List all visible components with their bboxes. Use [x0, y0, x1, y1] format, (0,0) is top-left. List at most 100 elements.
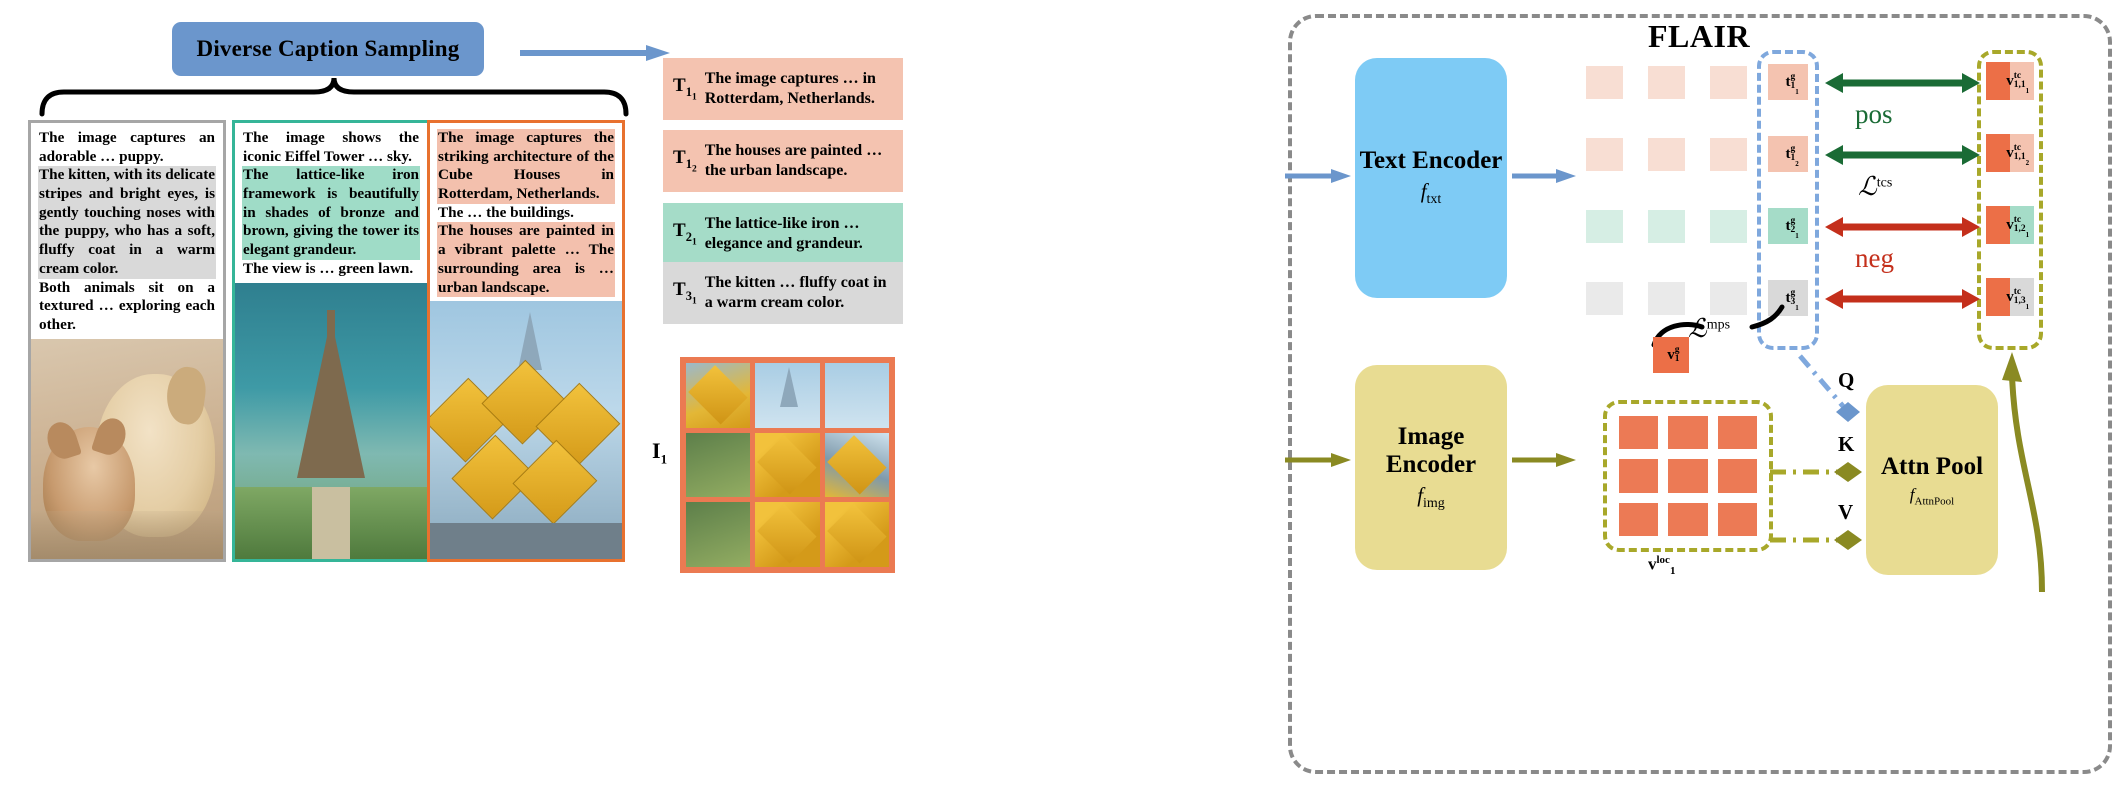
image-encoder-block: Image Encoder fimg: [1355, 365, 1507, 570]
olive-arrow-out-of-image-encoder-icon: [1512, 453, 1576, 467]
sampled-text-tag: T11: [673, 75, 697, 103]
token-cell: [1710, 138, 1747, 171]
sampled-text-row: T12 The houses are painted … the urban l…: [663, 130, 903, 192]
local-feature-cell: [1717, 502, 1757, 536]
eiffel-tower-photo: [235, 282, 427, 559]
pos-double-arrow-icon: [1825, 145, 1980, 165]
token-label: v tc 1,1 1: [2006, 70, 2030, 95]
image-encoder-function: fimg: [1417, 483, 1445, 512]
banner-title: Diverse Caption Sampling: [196, 36, 460, 61]
key-label: K: [1838, 432, 1855, 456]
image-encoder-label: Image Encoder: [1385, 422, 1477, 478]
key-connector: [1770, 462, 1862, 482]
cube-houses-photo: [430, 301, 622, 559]
attention-pool-block: Attn Pool fAttnPool: [1866, 385, 1998, 575]
image-patch: [824, 363, 889, 428]
grouping-brace: [39, 77, 629, 117]
caption-segment-highlighted: The kitten, with its delicate stripes an…: [38, 166, 216, 279]
local-feature-label: vloc1: [1648, 554, 1676, 578]
local-feature-cell: [1668, 502, 1708, 536]
pos-double-arrow-icon: [1825, 73, 1980, 93]
token-cell: [1710, 66, 1747, 99]
sampled-text-row: T31 The kitten … fluffy coat in a warm c…: [663, 262, 903, 324]
mps-loss-label: ℒmps: [1688, 314, 1731, 343]
token-cell: [1648, 66, 1685, 99]
local-feature-cell: [1668, 416, 1708, 450]
text-token-t12: tg12: [1768, 136, 1808, 172]
attn-pool-output-arrow: [2002, 352, 2045, 593]
attn-pool-function: fAttnPool: [1910, 485, 1954, 507]
token-cell: [1586, 138, 1623, 171]
query-label: Q: [1838, 368, 1855, 392]
caption-segment-highlighted: The houses are painted in a vibrant pale…: [437, 222, 615, 298]
local-visual-feature-grid: [1603, 400, 1773, 552]
input-image-symbol: I: [652, 438, 661, 463]
text-encoder-label: Text Encoder: [1359, 147, 1503, 175]
text-token-t21: tg21: [1768, 208, 1808, 244]
sampled-text-body: The houses are painted … the urban lands…: [704, 142, 883, 179]
flair-title: FLAIR: [1648, 18, 1751, 54]
caption-card-text: The image captures an adorable … puppy. …: [31, 123, 223, 339]
global-image-token: vg1: [1653, 337, 1689, 373]
caption-segment-highlighted: The lattice-like iron framework is beaut…: [242, 166, 420, 260]
text-encoder-block: Text Encoder ftxt: [1355, 58, 1507, 298]
caption-card-kitten-puppy: The image captures an adorable … puppy. …: [28, 120, 226, 562]
image-patch: [686, 432, 751, 498]
local-feature-cell: [1668, 459, 1708, 493]
sampled-text-tag: T12: [673, 147, 697, 175]
attn-pool-label: Attn Pool: [1880, 453, 1984, 481]
local-feature-cell: [1619, 416, 1659, 450]
token-label: v tc 1,3 1: [2006, 286, 2030, 311]
image-patch: [824, 432, 889, 498]
diverse-caption-sampling-banner: Diverse Caption Sampling: [172, 22, 484, 76]
blue-arrow-out-of-text-encoder-icon: [1512, 169, 1576, 183]
visual-token-v121: v tc 1,2 1: [1986, 206, 2034, 244]
mps-loss-superscript: mps: [1706, 317, 1731, 333]
caption-card-text: The image captures the striking architec…: [430, 123, 622, 301]
visual-token-v111: v tc 1,1 1: [1986, 62, 2034, 100]
caption-card-cube-houses: The image captures the striking architec…: [427, 120, 625, 562]
pos-label: pos: [1855, 99, 1893, 129]
local-feature-cell: [1717, 459, 1757, 493]
visual-token-v112: v tc 1,1 2: [1986, 134, 2034, 172]
caption-segment: The image shows the iconic Eiffel Tower …: [243, 129, 419, 165]
local-feature-cell: [1717, 416, 1757, 450]
input-image-label: I1: [652, 438, 667, 467]
sampled-text-row: T11 The image captures … in Rotterdam, N…: [663, 58, 903, 120]
sampled-text-body: The lattice-like iron … elegance and gra…: [704, 215, 863, 252]
token-label: tg21: [1785, 215, 1799, 240]
token-cell: [1648, 138, 1685, 171]
fn-subscript: img: [1423, 496, 1445, 512]
fn-subscript: AttnPool: [1914, 494, 1955, 507]
value-label: V: [1838, 500, 1854, 524]
neg-double-arrow-icon: [1825, 217, 1980, 237]
neg-label: neg: [1855, 243, 1894, 273]
fn-subscript: txt: [1426, 192, 1442, 208]
token-cell: [1710, 210, 1747, 243]
caption-card-text: The image shows the iconic Eiffel Tower …: [235, 123, 427, 283]
token-label: v tc 1,1 2: [2006, 142, 2030, 167]
sampled-text-tag: T31: [673, 279, 697, 307]
sampled-text-body: The image captures … in Rotterdam, Nethe…: [704, 70, 876, 107]
image-patch: [755, 432, 820, 498]
neg-double-arrow-icon: [1825, 289, 1980, 309]
sampled-text-tag: T21: [673, 220, 697, 248]
figure-root: Diverse Caption Sampling The image captu…: [0, 0, 2127, 793]
text-encoder-function: ftxt: [1421, 179, 1442, 208]
caption-segment: The image captures an adorable … puppy.: [39, 129, 215, 165]
caption-segment-highlighted: The image captures the striking architec…: [437, 129, 615, 204]
image-patch: [755, 502, 820, 567]
tcs-loss-superscript: tcs: [1876, 175, 1893, 191]
local-feature-cell: [1619, 459, 1659, 493]
visual-token-v131: v tc 1,3 1: [1986, 278, 2034, 316]
olive-arrow-into-image-encoder-icon: [1285, 453, 1351, 467]
token-label: v tc 1,2 1: [2006, 214, 2030, 239]
input-image-index: 1: [660, 451, 668, 467]
token-cell: [1648, 210, 1685, 243]
input-image-patch-grid: [680, 357, 895, 573]
image-patch: [755, 363, 820, 428]
text-token-t11: tg11: [1768, 64, 1808, 100]
query-connector: [1798, 354, 1860, 422]
tcs-loss-label: ℒtcs: [1858, 172, 1893, 201]
image-patch: [686, 363, 751, 428]
